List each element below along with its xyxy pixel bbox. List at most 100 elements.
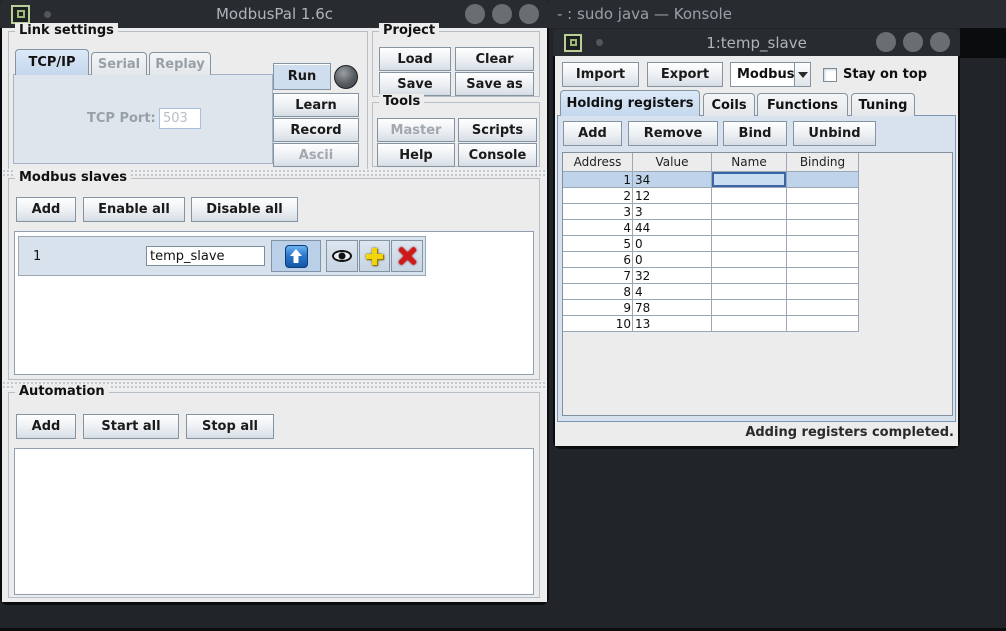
table-cell[interactable] — [787, 220, 859, 236]
table-row[interactable]: 84 — [563, 284, 952, 300]
tcp-port-input[interactable] — [159, 108, 201, 129]
table-cell[interactable]: 3 — [633, 204, 712, 220]
minimize-button[interactable] — [465, 4, 485, 24]
table-cell[interactable] — [787, 268, 859, 284]
column-header-address[interactable]: Address — [563, 153, 633, 172]
table-row[interactable]: 732 — [563, 268, 952, 284]
tab-coils[interactable]: Coils — [703, 93, 755, 116]
table-cell[interactable] — [787, 236, 859, 252]
konsole-titlebar[interactable]: - : sudo java — Konsole — [549, 0, 1006, 28]
registers-scrollpane[interactable]: AddressValueNameBinding13421233444506073… — [562, 152, 953, 416]
table-cell[interactable] — [787, 172, 859, 188]
table-cell[interactable]: 34 — [633, 172, 712, 188]
column-header-binding[interactable]: Binding — [787, 153, 859, 172]
table-cell[interactable]: 5 — [563, 236, 633, 252]
table-cell[interactable] — [787, 252, 859, 268]
dialog-titlebar[interactable]: 1:temp_slave — [553, 29, 960, 56]
register-unbind-button[interactable]: Unbind — [793, 121, 876, 146]
slave-add-button[interactable]: Add — [16, 197, 76, 222]
column-header-value[interactable]: Value — [633, 153, 712, 172]
slave-row[interactable]: 1 — [18, 236, 426, 276]
mode-combobox[interactable]: Modbus — [730, 62, 811, 87]
disable-all-button[interactable]: Disable all — [191, 197, 298, 222]
column-header-name[interactable]: Name — [712, 153, 787, 172]
table-cell[interactable] — [787, 188, 859, 204]
slave-view-button[interactable] — [326, 240, 358, 272]
stay-on-top-checkbox[interactable] — [823, 68, 837, 82]
combobox-arrow-button[interactable] — [794, 63, 810, 86]
table-cell[interactable] — [712, 204, 787, 220]
register-remove-button[interactable]: Remove — [628, 121, 718, 146]
table-cell[interactable] — [712, 188, 787, 204]
table-cell[interactable]: 8 — [563, 284, 633, 300]
table-cell[interactable] — [787, 284, 859, 300]
table-cell[interactable]: 3 — [563, 204, 633, 220]
table-row[interactable]: 1013 — [563, 316, 952, 332]
enable-all-button[interactable]: Enable all — [83, 197, 185, 222]
slave-name-input[interactable] — [146, 246, 265, 266]
table-cell[interactable]: 0 — [633, 252, 712, 268]
save-as-button[interactable]: Save as — [455, 72, 534, 96]
table-cell[interactable]: 2 — [563, 188, 633, 204]
tab-tuning[interactable]: Tuning — [851, 93, 915, 116]
tab-serial[interactable]: Serial — [91, 52, 147, 75]
close-button[interactable] — [519, 4, 539, 24]
register-bind-button[interactable]: Bind — [723, 121, 787, 146]
maximize-button[interactable] — [903, 32, 923, 52]
table-row[interactable]: 134 — [563, 172, 952, 188]
table-row[interactable]: 978 — [563, 300, 952, 316]
table-cell[interactable] — [712, 268, 787, 284]
table-cell[interactable]: 13 — [633, 316, 712, 332]
stop-all-button[interactable]: Stop all — [186, 414, 274, 439]
table-cell[interactable]: 0 — [633, 236, 712, 252]
scripts-button[interactable]: Scripts — [458, 118, 537, 142]
help-button[interactable]: Help — [377, 143, 455, 167]
slave-enable-button[interactable] — [271, 240, 321, 272]
table-row[interactable]: 212 — [563, 188, 952, 204]
record-button[interactable]: Record — [273, 118, 359, 142]
console-button[interactable]: Console — [458, 143, 537, 167]
table-cell[interactable]: 78 — [633, 300, 712, 316]
automation-add-button[interactable]: Add — [16, 414, 76, 439]
table-cell[interactable]: 4 — [633, 284, 712, 300]
table-row[interactable]: 50 — [563, 236, 952, 252]
table-cell[interactable]: 7 — [563, 268, 633, 284]
table-cell[interactable]: 6 — [563, 252, 633, 268]
table-cell[interactable]: 1 — [563, 172, 633, 188]
table-cell[interactable]: 32 — [633, 268, 712, 284]
table-cell[interactable] — [712, 284, 787, 300]
table-cell[interactable] — [712, 172, 787, 188]
minimize-button[interactable] — [876, 32, 896, 52]
table-cell[interactable] — [787, 316, 859, 332]
import-button[interactable]: Import — [562, 62, 639, 87]
export-button[interactable]: Export — [647, 62, 723, 87]
table-cell[interactable]: 9 — [563, 300, 633, 316]
slave-duplicate-button[interactable] — [359, 240, 390, 272]
table-cell[interactable] — [712, 300, 787, 316]
table-cell[interactable]: 44 — [633, 220, 712, 236]
tab-functions[interactable]: Functions — [757, 93, 848, 116]
save-button[interactable]: Save — [379, 72, 451, 96]
load-button[interactable]: Load — [379, 47, 451, 71]
table-cell[interactable] — [712, 220, 787, 236]
close-button[interactable] — [930, 32, 950, 52]
table-cell[interactable]: 12 — [633, 188, 712, 204]
tab-holding-registers[interactable]: Holding registers — [560, 90, 700, 116]
table-cell[interactable]: 10 — [563, 316, 633, 332]
start-all-button[interactable]: Start all — [83, 414, 179, 439]
slave-delete-button[interactable] — [391, 240, 423, 272]
table-cell[interactable] — [712, 236, 787, 252]
maximize-button[interactable] — [492, 4, 512, 24]
learn-button[interactable]: Learn — [273, 93, 359, 117]
table-cell[interactable]: 4 — [563, 220, 633, 236]
tab-replay[interactable]: Replay — [149, 52, 211, 75]
tab-tcpip[interactable]: TCP/IP — [15, 49, 89, 75]
clear-button[interactable]: Clear — [455, 47, 534, 71]
table-row[interactable]: 444 — [563, 220, 952, 236]
table-cell[interactable] — [712, 316, 787, 332]
table-cell[interactable] — [787, 204, 859, 220]
table-row[interactable]: 33 — [563, 204, 952, 220]
run-button[interactable]: Run — [273, 63, 331, 90]
table-cell[interactable] — [787, 300, 859, 316]
register-add-button[interactable]: Add — [563, 121, 622, 146]
